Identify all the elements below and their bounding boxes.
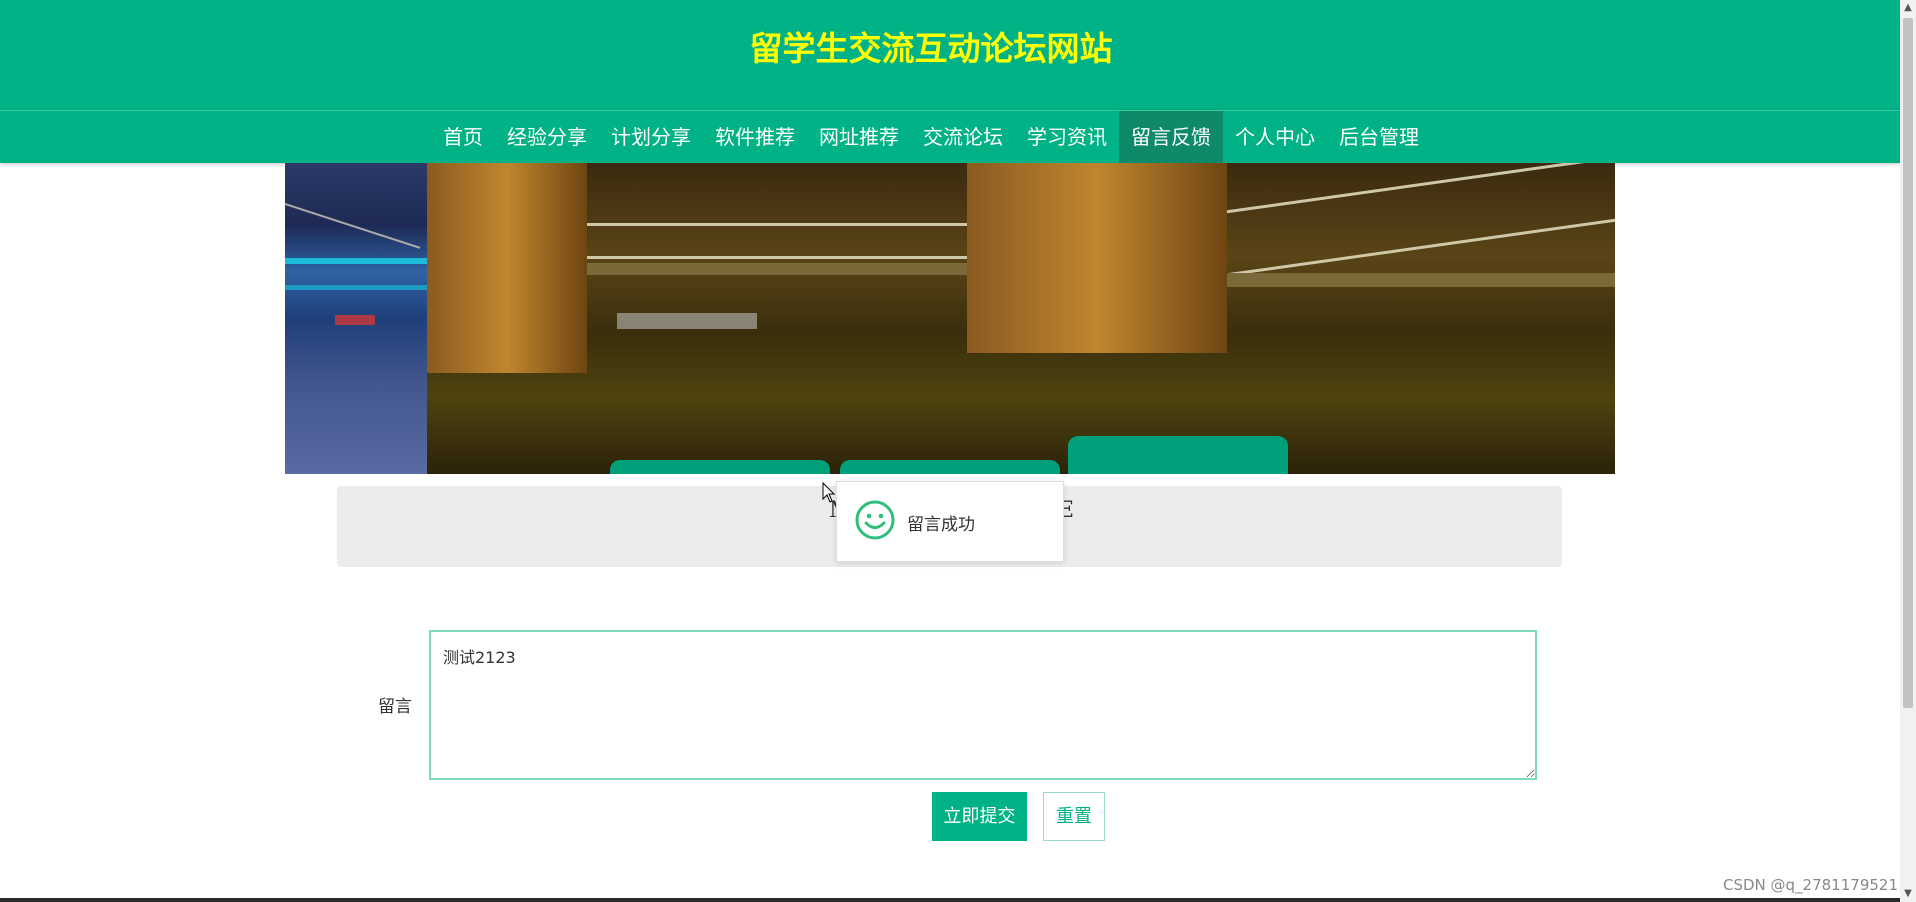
mouse-cursor-icon [822,481,836,508]
reset-button[interactable]: 重置 [1043,792,1105,841]
page: 留学生交流互动论坛网站 首页 经验分享 计划分享 软件推荐 网址推荐 交流论坛 … [0,0,1916,902]
nav-item-plans[interactable]: 计划分享 [599,111,703,163]
page-scrollbar[interactable]: ▲ ▼ [1900,0,1916,902]
banner-carousel[interactable] [285,163,1615,474]
submit-button[interactable]: 立即提交 [932,792,1027,841]
nav-items: 首页 经验分享 计划分享 软件推荐 网址推荐 交流论坛 学习资讯 留言反馈 个人… [0,111,1862,163]
site-header: 留学生交流互动论坛网站 [0,0,1900,110]
nav-item-experience[interactable]: 经验分享 [495,111,599,163]
nav-item-feedback[interactable]: 留言反馈 [1119,111,1223,163]
nav-item-forum[interactable]: 交流论坛 [911,111,1015,163]
nav-item-websites[interactable]: 网址推荐 [807,111,911,163]
nav-item-software[interactable]: 软件推荐 [703,111,807,163]
banner-slide-bridge [427,163,1615,474]
nav-item-home[interactable]: 首页 [431,111,495,163]
watermark: CSDN @q_2781179521 [1723,876,1898,894]
toast-message: 留言成功 [907,515,975,535]
success-toast: 留言成功 [836,481,1064,562]
scroll-down-arrow-icon[interactable]: ▼ [1900,886,1916,902]
banner-tab-3[interactable] [1068,436,1288,474]
bottom-edge [0,898,1900,902]
scrollbar-thumb[interactable] [1903,18,1913,708]
message-label: 留言 [378,697,412,717]
banner-slide-previous [285,163,427,474]
nav-item-news[interactable]: 学习资讯 [1015,111,1119,163]
banner-tab-2[interactable] [840,460,1060,474]
smile-icon [855,500,895,544]
banner-tab-1[interactable] [610,460,830,474]
scroll-up-arrow-icon[interactable]: ▲ [1900,0,1916,16]
nav-item-profile[interactable]: 个人中心 [1223,111,1327,163]
main-nav: 首页 经验分享 计划分享 软件推荐 网址推荐 交流论坛 学习资讯 留言反馈 个人… [0,110,1900,163]
message-textarea[interactable] [429,630,1537,780]
nav-item-admin[interactable]: 后台管理 [1327,111,1431,163]
site-title: 留学生交流互动论坛网站 [749,29,1113,68]
